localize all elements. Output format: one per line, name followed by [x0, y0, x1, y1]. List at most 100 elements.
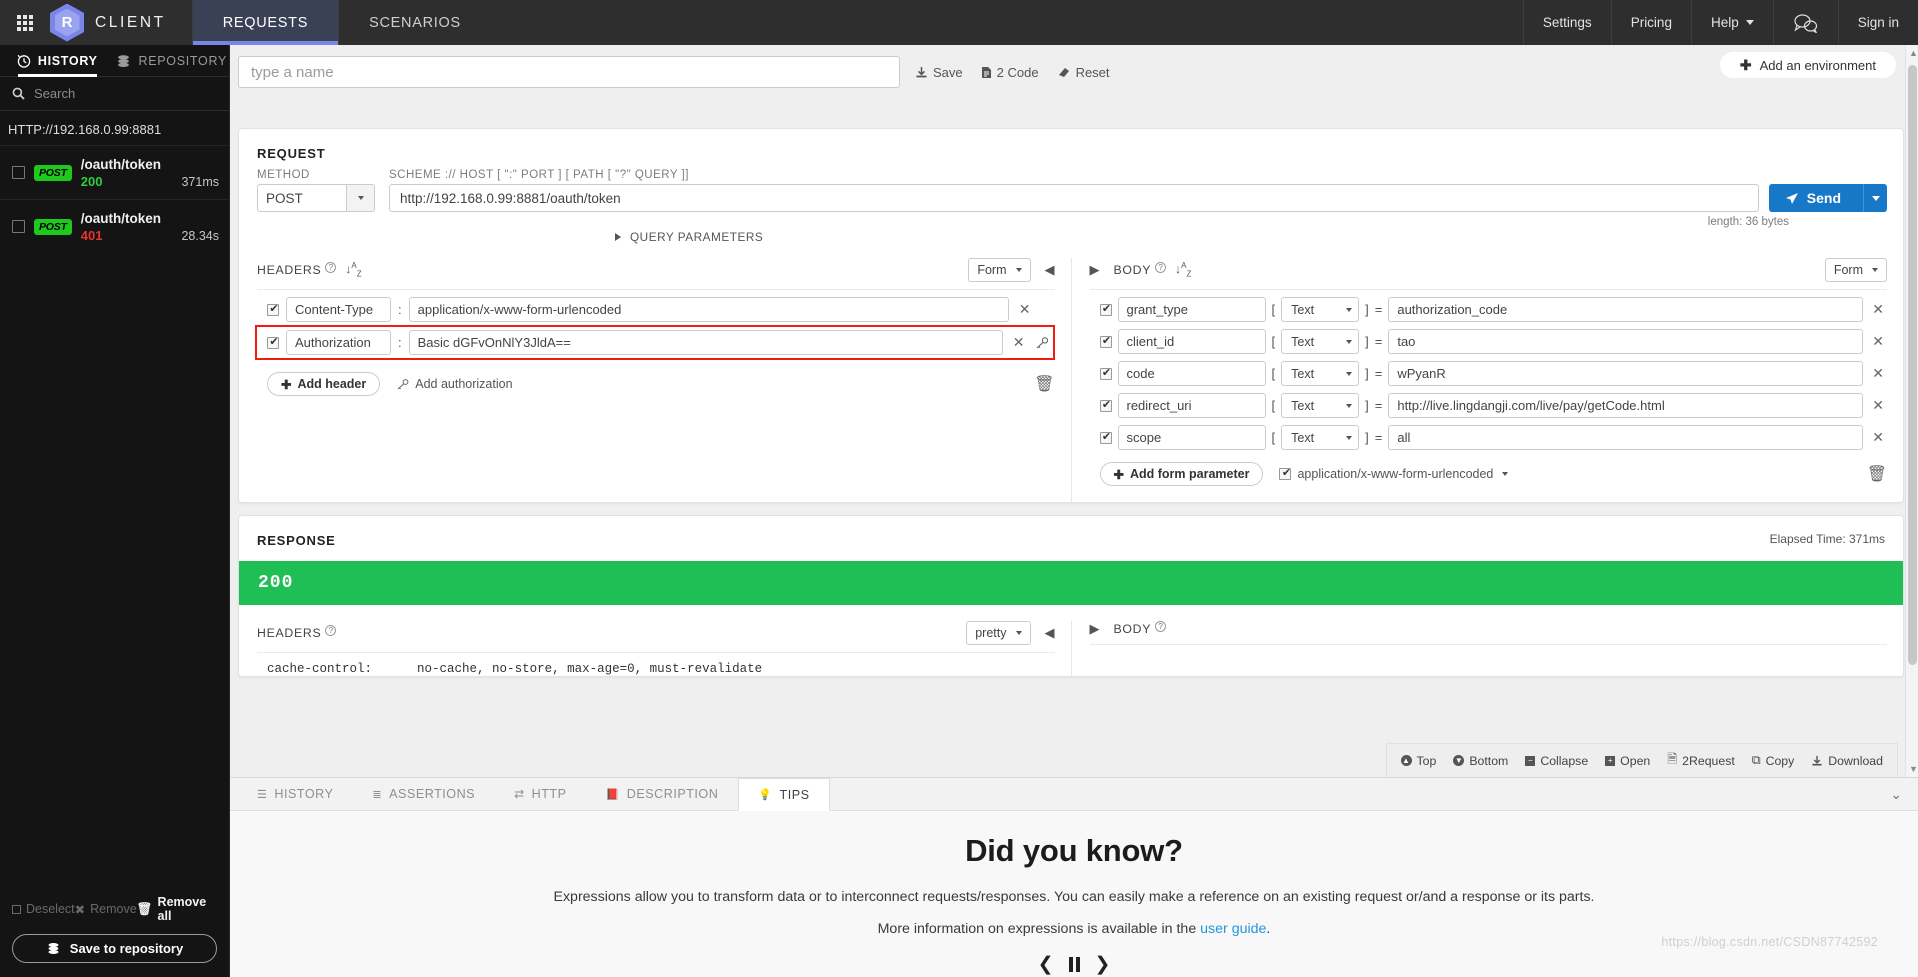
list-item[interactable]: POST /oauth/token 401 28.34s: [0, 199, 229, 253]
save-button[interactable]: Save: [915, 65, 963, 80]
header-key-input[interactable]: [286, 330, 391, 355]
sidebar-search[interactable]: Search: [0, 77, 229, 111]
param-type-select[interactable]: Text: [1281, 361, 1360, 386]
param-type-select[interactable]: Text: [1281, 297, 1360, 322]
main-vertical-scrollbar[interactable]: ▲ ▼: [1905, 45, 1918, 777]
tab-scenarios[interactable]: SCENARIOS: [338, 0, 491, 45]
tab-description[interactable]: 📕 DESCRIPTION: [587, 778, 739, 810]
header-key-input[interactable]: [286, 297, 391, 322]
sort-az-icon[interactable]: ↓AZ: [1175, 261, 1191, 278]
param-enabled-checkbox[interactable]: [1099, 366, 1113, 380]
add-header-button[interactable]: ✚ Add header: [267, 372, 381, 396]
response-open-button[interactable]: + Open: [1605, 754, 1650, 768]
body-content-type-select[interactable]: application/x-www-form-urlencoded: [1279, 466, 1509, 481]
param-enabled-checkbox[interactable]: [1099, 430, 1113, 444]
remove-param-icon[interactable]: ✕: [1869, 429, 1887, 446]
sidebar-tab-history[interactable]: HISTORY: [0, 45, 115, 77]
tips-prev-button[interactable]: ❮: [1038, 953, 1054, 976]
nav-settings[interactable]: Settings: [1522, 0, 1611, 45]
param-type-select[interactable]: Text: [1281, 425, 1360, 450]
history-item-checkbox[interactable]: [12, 220, 25, 234]
delete-all-headers-icon[interactable]: 🗑: [1034, 374, 1054, 394]
response-collapse-button[interactable]: − Collapse: [1525, 754, 1588, 768]
help-icon[interactable]: ?: [325, 261, 337, 273]
param-value-input[interactable]: [1388, 425, 1864, 450]
headers-mode-select[interactable]: Form: [968, 258, 1031, 282]
save-to-repository-button[interactable]: Save to repository: [12, 934, 217, 963]
add-authorization-button[interactable]: Add authorization: [396, 377, 513, 391]
param-value-input[interactable]: [1388, 393, 1864, 418]
delete-all-params-icon[interactable]: 🗑: [1867, 464, 1887, 484]
response-top-button[interactable]: ▲ Top: [1400, 754, 1436, 768]
param-key-input[interactable]: [1117, 393, 1266, 418]
method-select[interactable]: POST: [257, 184, 375, 212]
tab-tips[interactable]: 💡 TIPS: [738, 778, 830, 811]
collapse-left-icon[interactable]: ◀: [1045, 625, 1055, 641]
tab-history[interactable]: ☰ HISTORY: [238, 778, 353, 810]
remove-param-icon[interactable]: ✕: [1869, 365, 1887, 382]
list-item[interactable]: POST /oauth/token 200 371ms: [0, 145, 229, 199]
response-headers-mode-select[interactable]: pretty: [966, 621, 1031, 645]
code-button[interactable]: 2 Code: [981, 65, 1039, 80]
reset-button[interactable]: Reset: [1057, 65, 1110, 80]
param-enabled-checkbox[interactable]: [1099, 334, 1113, 348]
sort-az-icon[interactable]: ↓AZ: [345, 261, 361, 278]
param-enabled-checkbox[interactable]: [1099, 398, 1113, 412]
history-item-checkbox[interactable]: [12, 166, 25, 180]
remove-param-icon[interactable]: ✕: [1869, 333, 1887, 350]
remove-all-button[interactable]: 🗑 Remove all: [137, 895, 217, 923]
remove-param-icon[interactable]: ✕: [1869, 301, 1887, 318]
collapse-left-icon[interactable]: ◀: [1045, 262, 1055, 278]
header-value-input[interactable]: [408, 297, 1009, 322]
remove-button[interactable]: ✖ Remove: [75, 902, 137, 917]
tips-pause-button[interactable]: [1068, 957, 1080, 972]
param-value-input[interactable]: [1388, 297, 1864, 322]
add-form-parameter-button[interactable]: ✚ Add form parameter: [1099, 462, 1264, 486]
nav-pricing[interactable]: Pricing: [1610, 0, 1691, 45]
expand-right-icon[interactable]: ▶: [1090, 621, 1100, 637]
header-value-input[interactable]: [408, 330, 1003, 355]
scroll-up-icon[interactable]: ▲: [1909, 48, 1918, 58]
param-enabled-checkbox[interactable]: [1099, 302, 1113, 316]
url-input[interactable]: [389, 184, 1759, 212]
brand-logo[interactable]: R CLIENT: [50, 0, 192, 45]
add-environment-button[interactable]: ✚ Add an environment: [1719, 52, 1896, 78]
response-2request-button[interactable]: 🗎 2Request: [1667, 750, 1735, 771]
content-type-checkbox[interactable]: [1279, 466, 1292, 480]
query-parameters-toggle[interactable]: QUERY PARAMETERS: [239, 228, 1903, 244]
param-key-input[interactable]: [1117, 329, 1266, 354]
help-icon[interactable]: ?: [1155, 620, 1167, 632]
deselect-button[interactable]: Deselect: [12, 902, 75, 916]
response-download-button[interactable]: Download: [1811, 754, 1883, 768]
send-button[interactable]: Send: [1768, 184, 1887, 212]
header-enabled-checkbox[interactable]: [267, 335, 280, 349]
help-icon[interactable]: ?: [325, 624, 337, 636]
param-key-input[interactable]: [1117, 361, 1266, 386]
user-guide-link[interactable]: user guide: [1200, 921, 1266, 937]
send-options-toggle[interactable]: [1863, 184, 1887, 212]
sidebar-tab-repository[interactable]: REPOSITORY: [115, 45, 230, 76]
expand-right-icon[interactable]: ▶: [1090, 262, 1100, 278]
tab-http[interactable]: ⇄ HTTP: [495, 778, 586, 810]
body-mode-select[interactable]: Form: [1824, 258, 1887, 282]
scrollbar-thumb[interactable]: [1908, 65, 1917, 665]
param-type-select[interactable]: Text: [1281, 329, 1360, 354]
help-icon[interactable]: ?: [1155, 261, 1167, 273]
tips-next-button[interactable]: ❯: [1095, 953, 1111, 976]
remove-header-icon[interactable]: ✕: [1010, 334, 1028, 351]
request-name-input[interactable]: [238, 56, 900, 88]
response-bottom-button[interactable]: ▼ Bottom: [1453, 754, 1508, 768]
nav-chat[interactable]: [1772, 0, 1838, 45]
param-type-select[interactable]: Text: [1281, 393, 1360, 418]
response-copy-button[interactable]: ⧉ Copy: [1752, 753, 1795, 768]
param-value-input[interactable]: [1388, 361, 1864, 386]
app-grid-icon[interactable]: [0, 0, 50, 45]
tab-assertions[interactable]: ≣ ASSERTIONS: [353, 778, 495, 810]
param-key-input[interactable]: [1117, 297, 1266, 322]
tab-requests[interactable]: REQUESTS: [191, 0, 339, 45]
header-enabled-checkbox[interactable]: [267, 302, 280, 316]
nav-help[interactable]: Help: [1690, 0, 1773, 45]
scroll-down-icon[interactable]: ▼: [1909, 764, 1918, 774]
key-icon[interactable]: [1035, 336, 1049, 349]
remove-param-icon[interactable]: ✕: [1869, 397, 1887, 414]
